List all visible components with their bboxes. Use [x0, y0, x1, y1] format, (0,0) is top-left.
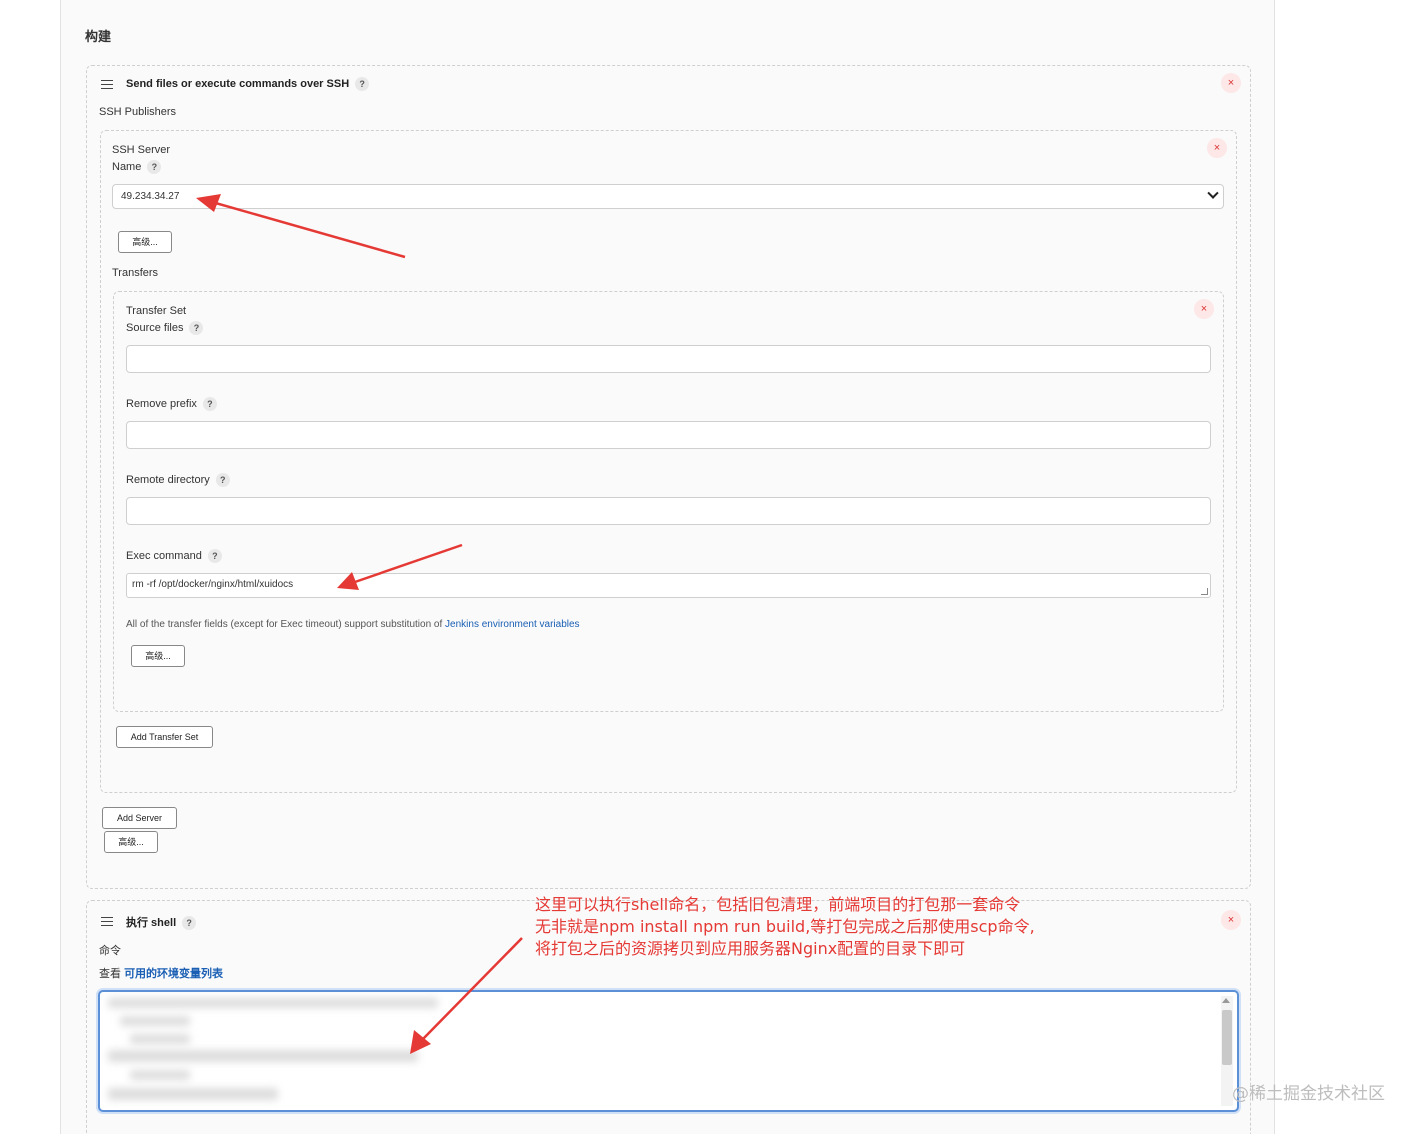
- scrollbar-thumb[interactable]: [1222, 1010, 1232, 1065]
- source-files-input[interactable]: [126, 345, 1211, 373]
- server-name-label: Name?: [112, 160, 162, 174]
- section-title: 构建: [85, 29, 112, 44]
- drag-handle-icon[interactable]: [101, 80, 113, 89]
- annotation-line: 将打包之后的资源拷贝到应用服务器Nginx配置的目录下即可: [535, 939, 966, 958]
- help-icon[interactable]: ?: [182, 916, 197, 931]
- ssh-advanced-button[interactable]: 高级...: [104, 831, 158, 853]
- exec-command-value: rm -rf /opt/docker/nginx/html/xuidocs: [132, 579, 294, 590]
- redacted-content: [130, 1070, 190, 1080]
- watermark: @稀土掘金技术社区: [1232, 1084, 1385, 1104]
- close-icon[interactable]: ×: [1221, 910, 1241, 930]
- close-icon[interactable]: ×: [1221, 73, 1241, 93]
- config-page: 构建 Send files or execute commands over S…: [60, 0, 1275, 1134]
- chevron-down-icon: [1207, 187, 1219, 199]
- annotation-line: 无非就是npm install npm run build,等打包完成之后那使用…: [535, 917, 1035, 936]
- help-icon[interactable]: ?: [207, 549, 222, 563]
- server-name-value: 49.234.34.27: [121, 191, 180, 202]
- jenkins-env-vars-link[interactable]: Jenkins environment variables: [445, 619, 580, 630]
- server-name-select[interactable]: 49.234.34.27: [112, 184, 1224, 209]
- env-list-line: 查看 可用的环境变量列表: [99, 968, 224, 980]
- exec-command-label: Exec command?: [126, 549, 222, 563]
- shell-step-title: 执行 shell?: [126, 914, 197, 931]
- help-icon[interactable]: ?: [147, 160, 162, 174]
- remove-prefix-input[interactable]: [126, 421, 1211, 449]
- annotation-line: 这里可以执行shell命名，包括旧包清理，前端项目的打包那一套命令: [535, 895, 1021, 914]
- source-files-label: Source files?: [126, 321, 204, 335]
- redacted-content: [108, 998, 438, 1008]
- add-server-button[interactable]: Add Server: [102, 807, 177, 829]
- env-vars-list-link[interactable]: 可用的环境变量列表: [124, 968, 223, 980]
- redacted-content: [120, 1016, 190, 1026]
- redacted-content: [130, 1034, 190, 1044]
- shell-command-textarea[interactable]: [98, 990, 1239, 1112]
- transfer-set-heading: Transfer Set: [126, 305, 187, 317]
- transfer-advanced-button[interactable]: 高级...: [131, 645, 185, 667]
- drag-handle-icon[interactable]: [101, 917, 113, 926]
- ssh-server-heading: SSH Server: [112, 144, 171, 156]
- close-icon[interactable]: ×: [1207, 138, 1227, 158]
- help-icon[interactable]: ?: [202, 397, 217, 411]
- server-advanced-button[interactable]: 高级...: [118, 231, 172, 253]
- ssh-step-title: Send files or execute commands over SSH?: [126, 77, 370, 91]
- help-icon[interactable]: ?: [189, 321, 204, 335]
- remove-prefix-label: Remove prefix?: [126, 397, 217, 411]
- exec-command-textarea[interactable]: rm -rf /opt/docker/nginx/html/xuidocs: [126, 573, 1211, 598]
- redacted-content: [108, 1088, 278, 1100]
- transfers-label: Transfers: [112, 267, 159, 279]
- command-label: 命令: [99, 945, 121, 957]
- remote-directory-label: Remote directory?: [126, 473, 230, 487]
- ssh-publishers-label: SSH Publishers: [99, 106, 177, 118]
- help-icon[interactable]: ?: [215, 473, 230, 487]
- redacted-content: [108, 1050, 418, 1062]
- scroll-up-icon[interactable]: [1222, 998, 1230, 1003]
- remote-directory-input[interactable]: [126, 497, 1211, 525]
- resize-handle-icon[interactable]: [1201, 588, 1208, 595]
- env-substitution-hint: All of the transfer fields (except for E…: [126, 619, 580, 630]
- close-icon[interactable]: ×: [1194, 299, 1214, 319]
- add-transfer-set-button[interactable]: Add Transfer Set: [116, 726, 213, 748]
- help-icon[interactable]: ?: [355, 77, 370, 91]
- red-annotation-text: 这里可以执行shell命名，包括旧包清理，前端项目的打包那一套命令 无非就是np…: [535, 894, 1035, 960]
